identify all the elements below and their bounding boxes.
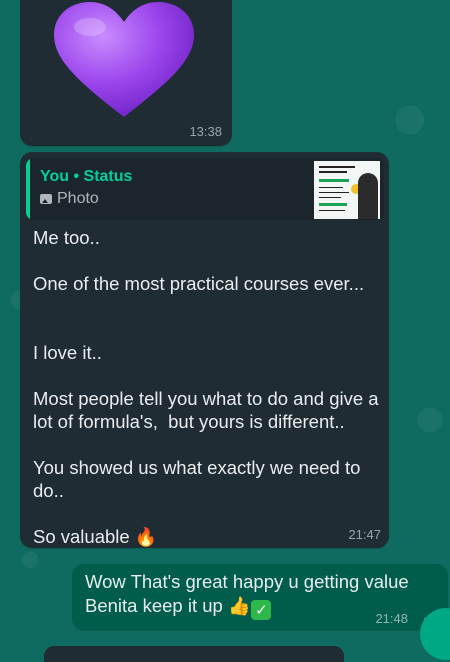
message-bubble-main[interactable]: You • Status Photo Me too.. One of the m… bbox=[20, 152, 389, 548]
message-text: Me too.. One of the most practical cours… bbox=[33, 227, 379, 548]
quoted-status[interactable]: You • Status Photo bbox=[26, 158, 384, 220]
status-thumbnail[interactable] bbox=[314, 161, 380, 219]
message-time: 21:48 bbox=[375, 611, 408, 626]
quote-accent-bar bbox=[26, 158, 30, 220]
quoted-kind: Photo bbox=[40, 190, 99, 208]
photo-icon bbox=[40, 194, 52, 204]
message-bubble-outgoing[interactable]: Wow That's great happy u getting value B… bbox=[72, 564, 450, 660]
message-time: 13:38 bbox=[189, 124, 222, 139]
purple-heart-icon bbox=[54, 2, 194, 117]
fire-icon: 🔥 bbox=[134, 527, 158, 548]
quoted-author: You • Status bbox=[40, 168, 133, 185]
message-bubble-heart[interactable]: 13:38 bbox=[20, 0, 232, 146]
check-mark-icon: ✓ bbox=[251, 600, 272, 620]
thumbs-up-icon: 👍 bbox=[227, 596, 251, 617]
message-time: 21:47 bbox=[348, 527, 381, 542]
person-thumbnail bbox=[358, 173, 378, 219]
next-message-edge bbox=[44, 646, 344, 662]
quoted-kind-label: Photo bbox=[57, 190, 99, 207]
